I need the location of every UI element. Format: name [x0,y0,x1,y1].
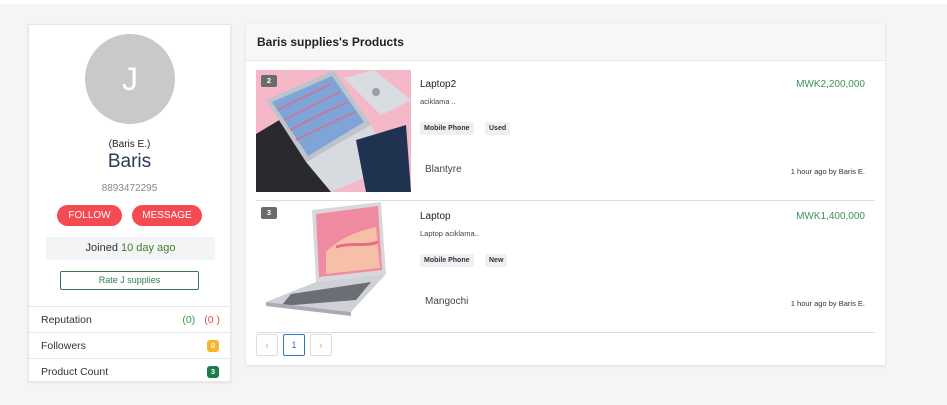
product-image-laptop-pink[interactable]: 2 [256,70,411,192]
reputation-label: Reputation [41,314,92,326]
pagination-prev-button[interactable]: ‹ [256,334,278,356]
product-title[interactable]: Laptop [420,211,451,222]
product-time: 1 hour ago by Baris E. [791,299,865,308]
rate-seller-button[interactable]: Rate J supplies [60,271,199,290]
product-price: MWK2,200,000 [796,79,865,90]
seller-profile-card: J (Baris E.) Baris 8893472295 FOLLOW MES… [28,24,231,382]
products-panel: Baris supplies's Products 2 Laptop2 acik… [246,24,885,365]
pagination-page-1[interactable]: 1 [283,334,305,356]
joined-label: Joined [85,242,118,254]
product-title[interactable]: Laptop2 [420,79,456,90]
product-tag-category: Mobile Phone [420,254,474,267]
followers-label: Followers [41,340,86,352]
followers-count-badge: 0 [207,340,219,352]
product-number-badge: 2 [261,75,277,87]
joined-ago: 10 day ago [121,242,176,254]
product-location: Mangochi [425,296,469,307]
product-seller-link[interactable]: Baris E. [839,167,865,176]
seller-phone: 8893472295 [101,183,158,194]
pagination-next-button[interactable]: › [310,334,332,356]
reputation-row: Reputation (0) (0 ) [29,306,230,332]
followers-row: Followers 0 [29,332,230,358]
product-location: Blantyre [425,164,462,175]
products-header: Baris supplies's Products [246,24,885,61]
product-tag-condition: Used [485,122,511,135]
reputation-positive: (0) [182,314,196,326]
message-button[interactable]: MESSAGE [132,205,202,226]
product-list-item[interactable]: 3 Laptop Laptop aciklama.. MWK1,400,000 … [256,201,875,333]
product-list-item[interactable]: 2 Laptop2 aciklama .. MWK2,200,000 Mobil… [256,69,875,201]
seller-name: Baris [107,151,152,172]
product-seller-link[interactable]: Baris E. [839,299,865,308]
avatar: J [85,34,175,124]
product-tag-category: Mobile Phone [420,122,474,135]
product-count-badge: 3 [207,366,219,378]
product-number-badge: 3 [261,207,277,219]
product-time: 1 hour ago by Baris E. [791,167,865,176]
product-price: MWK1,400,000 [796,211,865,222]
follow-button[interactable]: FOLLOW [57,205,122,226]
seller-subname: (Baris E.) [108,139,151,150]
product-count-row: Product Count 3 [29,358,230,384]
product-image-laptop-silver[interactable]: 3 [256,202,411,324]
reputation-negative: (0 ) [204,314,220,326]
top-bar [0,0,947,4]
product-time-text: 1 hour ago by [790,167,837,176]
joined-info: Joined 10 day ago [46,237,215,260]
reputation-values: (0) (0 ) [182,307,220,333]
product-tag-condition: New [485,254,508,267]
product-description: aciklama .. [420,97,456,106]
product-description: Laptop aciklama.. [420,229,479,238]
product-count-label: Product Count [41,366,109,378]
product-time-text: 1 hour ago by [790,299,837,308]
